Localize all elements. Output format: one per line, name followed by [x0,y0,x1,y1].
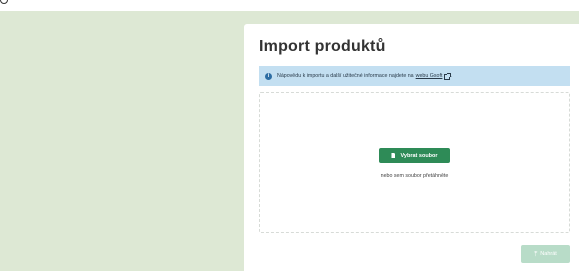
file-icon [391,153,396,158]
choose-file-label: Vybrat soubor [400,152,438,159]
info-icon: i [265,72,272,80]
drag-hint: nebo sem soubor přetáhněte [380,173,449,179]
page-title: Import produktů [259,38,386,55]
info-banner: i Nápovědu k importu a další užitečné in… [259,66,570,86]
upload-icon: ⤒ [534,250,538,258]
webu-gsoft-link[interactable]: webu Gsoft [416,73,443,79]
top-strip [0,0,579,11]
info-text: Nápovědu k importu a další užitečné info… [277,73,414,79]
upload-button[interactable]: ⤒ Nahrát [521,245,570,263]
choose-file-button[interactable]: Vybrat soubor [379,148,450,163]
circle-icon [0,0,8,4]
external-link-icon[interactable] [444,73,452,80]
upload-label: Nahrát [540,251,557,257]
